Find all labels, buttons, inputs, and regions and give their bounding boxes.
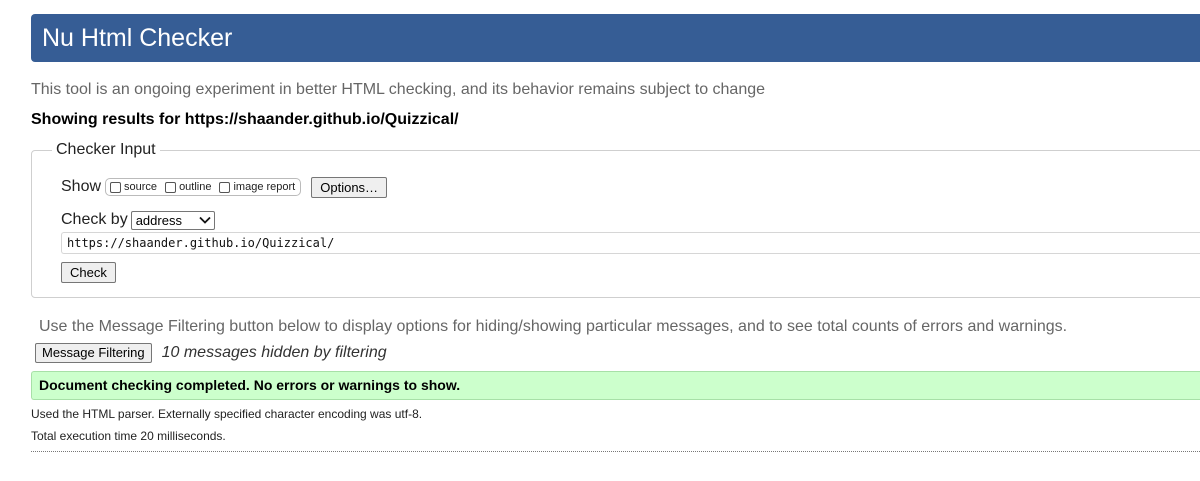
check-by-select[interactable]: address xyxy=(130,210,215,230)
source-option-label: source xyxy=(124,181,158,193)
check-by-selected-value: address xyxy=(135,212,182,228)
image-report-option-label: image report xyxy=(233,181,296,193)
check-by-label: Check by xyxy=(61,211,128,228)
source-checkbox[interactable] xyxy=(110,181,122,193)
page-header: Nu Html Checker xyxy=(31,14,1200,62)
check-button[interactable]: Check xyxy=(61,262,116,283)
checker-input-legend: Checker Input xyxy=(56,141,156,158)
parser-note: Used the HTML parser. Externally specifi… xyxy=(31,407,423,421)
check-by-row: Check by address xyxy=(61,209,215,231)
show-image-report-option[interactable]: image report xyxy=(219,181,295,193)
outline-checkbox[interactable] xyxy=(165,181,177,193)
checker-page: Nu Html Checker This tool is an ongoing … xyxy=(0,0,1200,481)
outline-option-label: outline xyxy=(179,181,212,193)
options-button[interactable]: Options… xyxy=(311,176,388,198)
hidden-messages-note: 10 messages hidden by filtering xyxy=(161,343,387,361)
tagline: This tool is an ongoing experiment in be… xyxy=(31,81,766,98)
showing-results-heading: Showing results for https://shaander.git… xyxy=(31,111,459,128)
success-message: Document checking completed. No errors o… xyxy=(31,371,1200,400)
execution-time-note: Total execution time 20 milliseconds. xyxy=(31,429,226,443)
page-title: Nu Html Checker xyxy=(42,24,233,52)
message-filtering-button[interactable]: Message Filtering xyxy=(35,342,152,363)
divider xyxy=(31,451,1200,452)
show-label: Show xyxy=(61,178,102,195)
show-options-group: source outline image report xyxy=(105,178,302,196)
url-input[interactable]: https://shaander.github.io/Quizzical/ xyxy=(61,232,1200,254)
message-filtering-row: Message Filtering 10 messages hidden by … xyxy=(35,342,387,363)
show-options-row: Show source outline image report Options… xyxy=(61,176,388,198)
chevron-down-icon xyxy=(199,216,211,224)
show-source-option[interactable]: source xyxy=(110,181,157,193)
show-outline-option[interactable]: outline xyxy=(165,181,211,193)
message-filtering-note: Use the Message Filtering button below t… xyxy=(39,318,1068,335)
image-report-checkbox[interactable] xyxy=(219,181,231,193)
